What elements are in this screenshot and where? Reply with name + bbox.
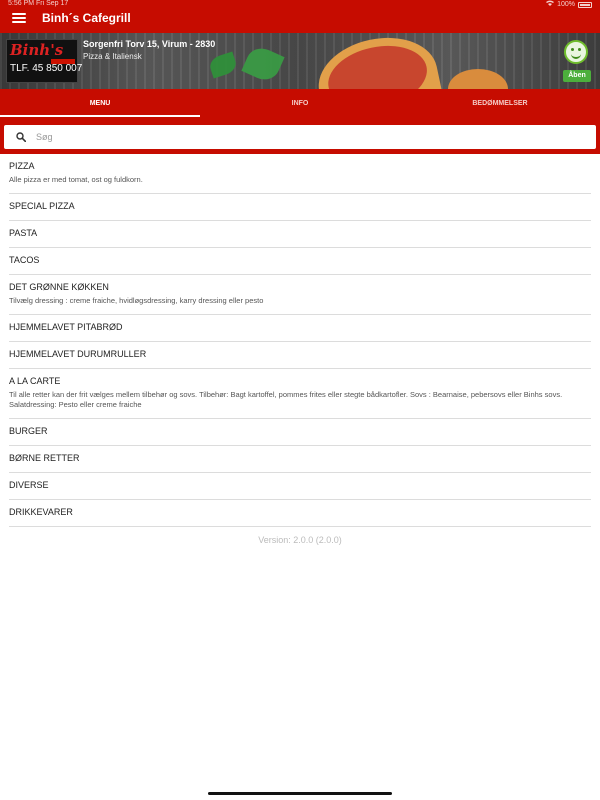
menu-category-title: SPECIAL PIZZA bbox=[9, 201, 75, 211]
menu-category-title: BØRNE RETTER bbox=[9, 453, 80, 463]
tab-bar: MENU INFO BEDØMMELSER bbox=[0, 89, 600, 118]
menu-category-description: Til alle retter kan der frit vælges mell… bbox=[9, 390, 563, 409]
app-title: Binh´s Cafegrill bbox=[42, 11, 131, 25]
restaurant-logo: Binh's TLF. 45 850 007 bbox=[6, 39, 83, 83]
menu-category-item[interactable]: BØRNE RETTER bbox=[9, 446, 591, 473]
restaurant-cuisine: Pizza & Italiensk bbox=[83, 52, 142, 61]
menu-category-item[interactable]: PIZZA Alle pizza er med tomat, ost og ful… bbox=[9, 154, 591, 194]
menu-category-title: TACOS bbox=[9, 255, 40, 265]
pizza-decoration bbox=[310, 33, 446, 89]
menu-category-item[interactable]: DRIKKEVARER bbox=[9, 500, 591, 527]
logo-stripe bbox=[51, 59, 75, 64]
app-version: Version: 2.0.0 (2.0.0) bbox=[258, 535, 342, 545]
search-input[interactable] bbox=[36, 129, 576, 145]
menu-category-title: BURGER bbox=[9, 426, 48, 436]
menu-category-item[interactable]: DET GRØNNE KØKKEN Tilvælg dressing : crem… bbox=[9, 275, 591, 315]
home-indicator[interactable] bbox=[208, 792, 392, 795]
menu-category-title: PIZZA bbox=[9, 161, 35, 171]
smiley-rating-icon[interactable] bbox=[564, 40, 588, 64]
tab-info[interactable]: INFO bbox=[200, 89, 400, 118]
logo-name: Binh's bbox=[10, 41, 64, 59]
menu-category-list: PIZZA Alle pizza er med tomat, ost og ful… bbox=[0, 154, 600, 527]
hamburger-menu-icon[interactable] bbox=[12, 12, 26, 24]
active-tab-indicator bbox=[0, 115, 200, 117]
menu-category-item[interactable]: TACOS bbox=[9, 248, 591, 275]
status-time: 5:56 PM Fri Sep 17 bbox=[8, 0, 69, 7]
basil-leaf-decoration bbox=[241, 43, 285, 85]
menu-category-item[interactable]: SPECIAL PIZZA bbox=[9, 194, 591, 221]
menu-category-title: PASTA bbox=[9, 228, 38, 238]
menu-category-title: A LA CARTE bbox=[9, 376, 61, 386]
menu-category-description: Alle pizza er med tomat, ost og fuldkorn… bbox=[9, 175, 143, 184]
menu-category-item[interactable]: A LA CARTE Til alle retter kan der frit v… bbox=[9, 369, 591, 419]
menu-category-title: DIVERSE bbox=[9, 480, 49, 490]
menu-category-item[interactable]: HJEMMELAVET PITABRØD bbox=[9, 315, 591, 342]
menu-category-item[interactable]: HJEMMELAVET DURUMRULLER bbox=[9, 342, 591, 369]
app-bar: Binh´s Cafegrill bbox=[0, 8, 600, 33]
menu-category-title: HJEMMELAVET DURUMRULLER bbox=[9, 349, 147, 359]
menu-category-description: Tilvælg dressing : creme fraiche, hvidlø… bbox=[9, 296, 264, 305]
menu-category-item[interactable]: DIVERSE bbox=[9, 473, 591, 500]
open-status-badge: Åben bbox=[563, 70, 591, 82]
battery-icon bbox=[578, 1, 592, 8]
pizza-decoration bbox=[448, 69, 508, 89]
menu-category-title: HJEMMELAVET PITABRØD bbox=[9, 322, 123, 332]
basil-leaf-decoration bbox=[207, 51, 239, 79]
tab-menu[interactable]: MENU bbox=[0, 89, 200, 118]
menu-category-title: DET GRØNNE KØKKEN bbox=[9, 282, 109, 292]
restaurant-address: Sorgenfri Torv 15, Virum - 2830 bbox=[83, 39, 216, 49]
menu-category-title: DRIKKEVARER bbox=[9, 507, 73, 517]
menu-category-item[interactable]: PASTA bbox=[9, 221, 591, 248]
menu-category-item[interactable]: BURGER bbox=[9, 419, 591, 446]
status-bar: 5:56 PM Fri Sep 17 100% bbox=[0, 0, 600, 8]
search-box[interactable] bbox=[4, 125, 596, 149]
search-bar-container bbox=[0, 118, 600, 154]
search-icon bbox=[16, 132, 26, 142]
logo-phone: TLF. 45 850 007 bbox=[10, 63, 83, 74]
tab-reviews[interactable]: BEDØMMELSER bbox=[400, 89, 600, 118]
